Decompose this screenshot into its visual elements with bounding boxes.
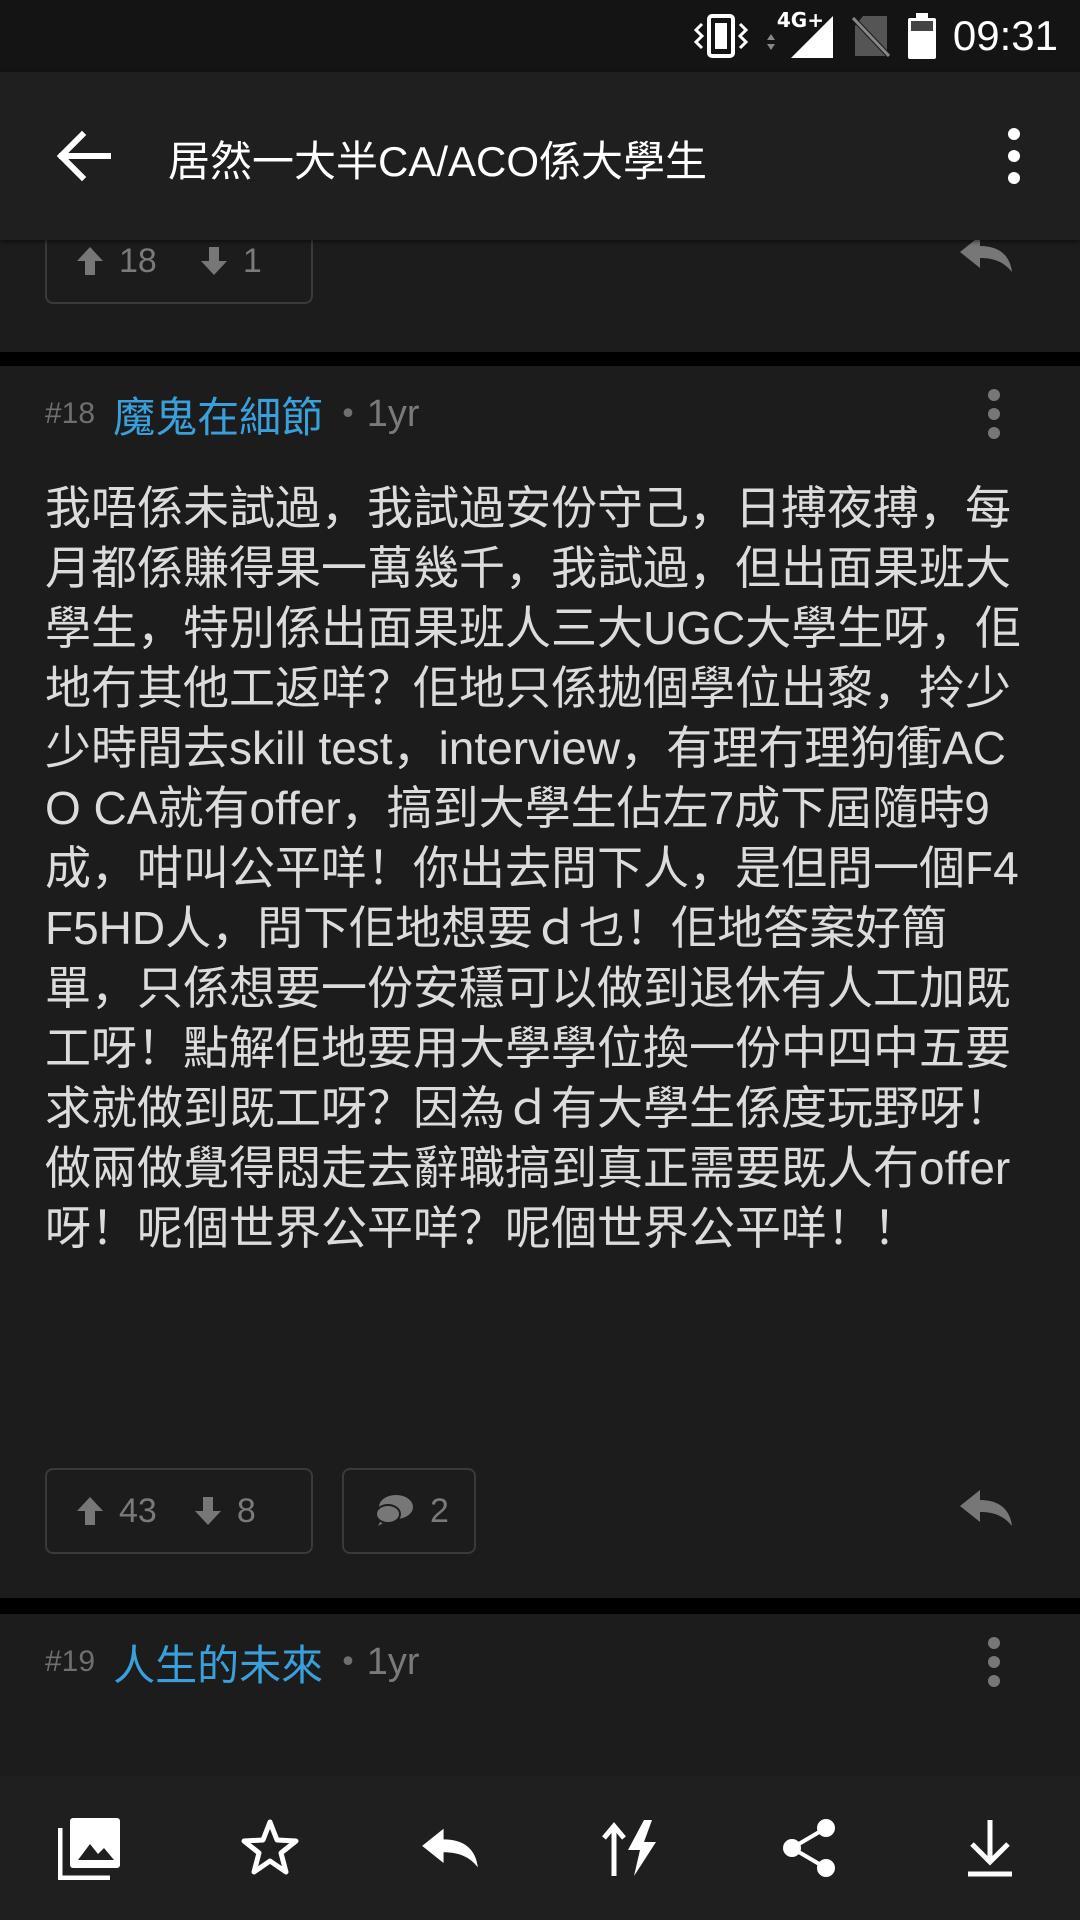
comments-button[interactable]: 2 bbox=[342, 1468, 476, 1554]
vote-box: 43 8 bbox=[45, 1468, 313, 1554]
separator-dot: • bbox=[339, 396, 357, 432]
status-bar: 4G+ 09:31 bbox=[0, 0, 1080, 72]
back-button[interactable] bbox=[48, 120, 120, 192]
jump-icon bbox=[602, 1820, 656, 1876]
post-card-19: #19 人生的未來 • 1yr bbox=[0, 1614, 1080, 1776]
comment-bubble-icon bbox=[375, 1495, 413, 1526]
post-body: 我唔係未試過，我試過安份守己，日搏夜搏，每月都係賺得果一萬幾千，我試過，但出面果… bbox=[45, 482, 1022, 1254]
app-bar: 居然一大半CA/ACO係大學生 bbox=[0, 72, 1080, 240]
post-number: #19 bbox=[45, 1645, 96, 1678]
upvote-button[interactable]: 43 bbox=[75, 1492, 157, 1531]
thumb-up-arrow-icon bbox=[77, 1497, 103, 1525]
bookmark-button[interactable] bbox=[225, 1803, 315, 1893]
no-sim-icon bbox=[851, 16, 891, 58]
gallery-icon bbox=[58, 1818, 120, 1880]
share-button[interactable] bbox=[765, 1803, 855, 1893]
thread-content[interactable]: 18 1 #18 魔鬼在細節 • 1yr 我唔係未試過，我試過安份守己，日搏夜搏… bbox=[0, 240, 1080, 1776]
post-username[interactable]: 魔鬼在細節 bbox=[113, 384, 323, 445]
comments-item: 2 bbox=[374, 1492, 449, 1531]
back-arrow-icon bbox=[56, 130, 111, 182]
bottom-toolbar bbox=[0, 1776, 1080, 1920]
reply-icon[interactable] bbox=[958, 1488, 1014, 1528]
more-vert-icon[interactable] bbox=[986, 388, 1002, 440]
post-time: 1yr bbox=[366, 392, 420, 435]
battery-icon bbox=[907, 13, 936, 59]
downvote-button[interactable]: 1 bbox=[199, 242, 262, 281]
download-icon bbox=[968, 1820, 1012, 1877]
thumb-up-arrow-icon bbox=[77, 247, 103, 275]
more-vert-icon[interactable] bbox=[986, 1636, 1002, 1688]
star-icon bbox=[241, 1819, 299, 1875]
post-card-18: #18 魔鬼在細節 • 1yr 我唔係未試過，我試過安份守己，日搏夜搏，每月都係… bbox=[0, 366, 1080, 1598]
post-number: #18 bbox=[45, 397, 96, 430]
reply-icon bbox=[422, 1828, 478, 1868]
separator-dot: • bbox=[339, 1644, 357, 1680]
status-time: 09:31 bbox=[952, 12, 1058, 59]
more-vert-icon bbox=[1008, 128, 1020, 184]
post-header: #19 人生的未來 • 1yr bbox=[45, 1632, 420, 1692]
post-time: 1yr bbox=[366, 1640, 420, 1683]
more-options-button[interactable] bbox=[984, 120, 1044, 192]
post-username[interactable]: 人生的未來 bbox=[113, 1632, 323, 1693]
jump-button[interactable] bbox=[585, 1803, 675, 1893]
post-card-17: 18 1 bbox=[0, 240, 1080, 352]
download-button[interactable] bbox=[945, 1803, 1035, 1893]
thumb-down-arrow-icon bbox=[200, 247, 227, 275]
reply-icon[interactable] bbox=[958, 240, 1014, 274]
comment-count: 2 bbox=[430, 1491, 449, 1530]
thumb-down-arrow-icon bbox=[194, 1497, 221, 1525]
downvote-count: 8 bbox=[236, 1491, 256, 1530]
reply-button[interactable] bbox=[405, 1803, 495, 1893]
upvote-count: 18 bbox=[119, 241, 157, 280]
vote-box: 18 1 bbox=[45, 240, 313, 304]
gallery-button[interactable] bbox=[45, 1803, 135, 1893]
vibrate-icon bbox=[693, 14, 749, 58]
page-title: 居然一大半CA/ACO係大學生 bbox=[168, 138, 708, 185]
share-icon bbox=[783, 1819, 835, 1877]
upvote-count: 43 bbox=[119, 1491, 157, 1530]
post-header: #18 魔鬼在細節 • 1yr bbox=[45, 384, 420, 444]
upvote-button[interactable]: 18 bbox=[75, 242, 157, 281]
downvote-button[interactable]: 8 bbox=[193, 1492, 256, 1531]
downvote-count: 1 bbox=[242, 241, 262, 280]
signal-icon: 4G+ bbox=[765, 8, 835, 60]
